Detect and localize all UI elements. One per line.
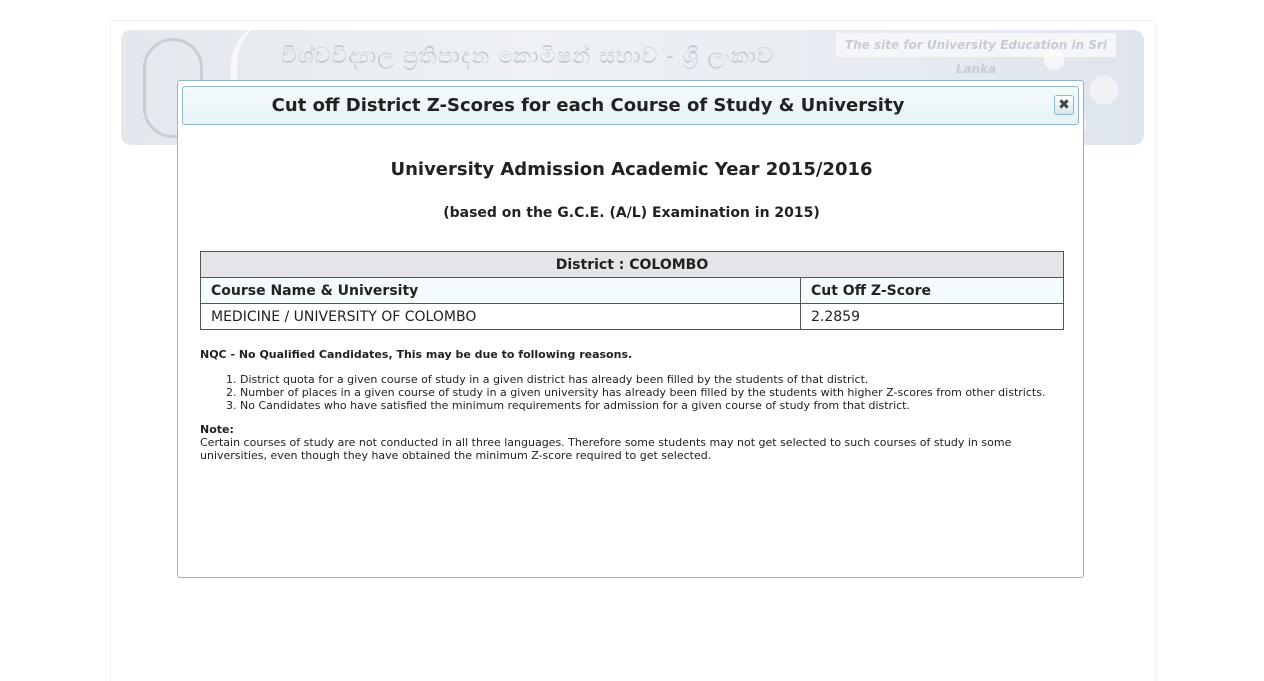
dialog-title: Cut off District Z-Scores for each Cours… (271, 95, 905, 116)
column-header-zscore: Cut Off Z-Score (800, 277, 1064, 304)
district-row: District : COLOMBO (200, 251, 1064, 278)
academic-year-heading: University Admission Academic Year 2015/… (390, 159, 873, 180)
column-header-row: Course Name & University Cut Off Z-Score (200, 277, 1064, 304)
zscore-cell: 2.2859 (800, 303, 1064, 330)
exam-basis-heading: (based on the G.C.E. (A/L) Examination i… (443, 205, 820, 221)
column-header-course: Course Name & University (200, 277, 801, 304)
dialog-titlebar: Cut off District Z-Scores for each Cours… (182, 86, 1079, 125)
zscore-dialog: Cut off District Z-Scores for each Cours… (177, 80, 1084, 578)
zscore-table: District : COLOMBO Course Name & Univers… (200, 251, 1064, 330)
nqc-explanation: NQC - No Qualified Candidates, This may … (200, 348, 633, 361)
note-text: Certain courses of study are not conduct… (200, 436, 1012, 462)
district-header: District : COLOMBO (200, 251, 1064, 278)
list-item: District quota for a given course of stu… (240, 373, 1064, 386)
reasons-list: District quota for a given course of stu… (200, 373, 1064, 412)
list-item: Number of places in a given course of st… (240, 386, 1064, 399)
notes-section: NQC - No Qualified Candidates, This may … (200, 348, 1064, 462)
banner-title: විශ්වවිද්‍යාල ප්‍රතිපාදන කොමිෂන් සභාව - … (281, 44, 774, 69)
table-row: MEDICINE / UNIVERSITY OF COLOMBO 2.2859 (200, 303, 1064, 330)
course-name-cell: MEDICINE / UNIVERSITY OF COLOMBO (200, 303, 801, 330)
note-label: Note: (200, 423, 234, 436)
close-icon: ✖ (1058, 97, 1070, 113)
list-item: No Candidates who have satisfied the min… (240, 399, 1064, 412)
close-button[interactable]: ✖ (1054, 95, 1074, 115)
